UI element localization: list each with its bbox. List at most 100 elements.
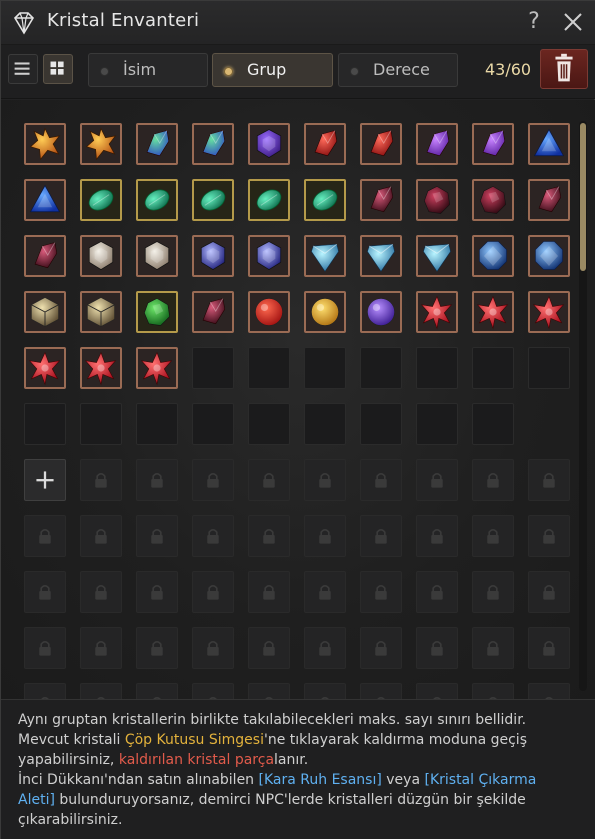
crystal-slot[interactable] xyxy=(192,179,234,221)
crystal-slot[interactable] xyxy=(24,291,66,333)
lock-icon xyxy=(95,640,107,656)
ice-diamond-crystal-icon xyxy=(423,243,451,272)
lock-icon xyxy=(487,584,499,600)
crystal-slot[interactable] xyxy=(304,179,346,221)
list-view-button[interactable] xyxy=(8,54,38,84)
locked-slot xyxy=(248,683,290,700)
empty-slot[interactable] xyxy=(192,403,234,445)
crystal-slot[interactable] xyxy=(24,179,66,221)
crystal-count: 43/60 xyxy=(485,60,532,79)
crystal-slot[interactable] xyxy=(360,291,402,333)
empty-slot[interactable] xyxy=(192,347,234,389)
crystal-slot[interactable] xyxy=(528,235,570,277)
locked-slot xyxy=(528,683,570,700)
sort-option-label: Derece xyxy=(373,60,430,79)
add-slot-button[interactable] xyxy=(24,459,66,501)
white-hexagon-crystal-icon xyxy=(88,241,114,270)
crystal-slot[interactable] xyxy=(304,123,346,165)
empty-slot[interactable] xyxy=(304,347,346,389)
empty-slot[interactable] xyxy=(472,403,514,445)
red-star-crystal-icon xyxy=(420,295,453,330)
grid-view-button[interactable] xyxy=(43,54,73,84)
empty-slot[interactable] xyxy=(416,403,458,445)
locked-slot xyxy=(472,683,514,700)
empty-slot[interactable] xyxy=(248,347,290,389)
crystal-slot[interactable] xyxy=(24,123,66,165)
info-line: Mevcut kristali Çöp Kutusu Simgesi'ne tı… xyxy=(18,732,527,748)
close-icon[interactable] xyxy=(559,8,587,36)
crystal-slot[interactable] xyxy=(136,123,178,165)
title-bar[interactable]: Kristal Envanteri ? xyxy=(1,1,595,45)
crystal-slot[interactable] xyxy=(472,235,514,277)
empty-slot[interactable] xyxy=(136,403,178,445)
crystal-slot[interactable] xyxy=(248,235,290,277)
crystal-slot[interactable] xyxy=(80,235,122,277)
empty-slot[interactable] xyxy=(24,403,66,445)
trash-button[interactable] xyxy=(540,49,588,89)
dark-ruby-shard-crystal-icon xyxy=(202,298,226,325)
dark-ruby-round-crystal-icon xyxy=(424,186,450,214)
crystal-slot[interactable] xyxy=(528,179,570,221)
crystal-slot[interactable] xyxy=(80,291,122,333)
crystal-slot[interactable] xyxy=(360,235,402,277)
crystal-slot[interactable] xyxy=(360,179,402,221)
lock-icon xyxy=(263,584,275,600)
crystal-slot[interactable] xyxy=(80,179,122,221)
crystal-slot[interactable] xyxy=(472,123,514,165)
amber-spiked-crystal-icon xyxy=(85,127,117,161)
crystal-slot[interactable] xyxy=(24,235,66,277)
empty-slot[interactable] xyxy=(416,347,458,389)
crystal-slot[interactable] xyxy=(528,291,570,333)
lock-icon xyxy=(207,528,219,544)
help-button[interactable]: ? xyxy=(522,7,546,37)
crystal-slot[interactable] xyxy=(416,235,458,277)
list-icon xyxy=(14,62,30,75)
info-line: yapabilirsiniz, kaldırılan kristal parça… xyxy=(18,752,309,768)
crystal-slot[interactable] xyxy=(360,123,402,165)
crystal-slot[interactable] xyxy=(248,123,290,165)
crystal-slot[interactable] xyxy=(416,291,458,333)
crystal-slot[interactable] xyxy=(192,123,234,165)
crystal-slot[interactable] xyxy=(24,347,66,389)
crystal-slot[interactable] xyxy=(416,179,458,221)
crystal-slot[interactable] xyxy=(304,291,346,333)
empty-slot[interactable] xyxy=(304,403,346,445)
lock-icon xyxy=(95,472,107,488)
crystal-slot[interactable] xyxy=(136,235,178,277)
empty-slot[interactable] xyxy=(80,403,122,445)
locked-slot xyxy=(472,515,514,557)
crystal-inventory-window: Kristal Envanteri ? İsim Grup Derece 43/… xyxy=(0,0,595,839)
empty-slot[interactable] xyxy=(360,347,402,389)
locked-slot xyxy=(360,459,402,501)
sort-by-group-option[interactable]: Grup xyxy=(212,53,333,87)
crystal-slot[interactable] xyxy=(136,347,178,389)
crystal-slot[interactable] xyxy=(248,179,290,221)
scrollbar-thumb[interactable] xyxy=(580,123,586,271)
empty-slot[interactable] xyxy=(472,347,514,389)
sort-by-grade-option[interactable]: Derece xyxy=(338,53,458,87)
empty-slot[interactable] xyxy=(528,347,570,389)
empty-slot[interactable] xyxy=(248,403,290,445)
crystal-slot[interactable] xyxy=(80,123,122,165)
crystal-slot[interactable] xyxy=(192,291,234,333)
lock-icon xyxy=(375,584,387,600)
locked-slot xyxy=(416,571,458,613)
empty-slot[interactable] xyxy=(360,403,402,445)
locked-slot xyxy=(136,571,178,613)
crystal-slot[interactable] xyxy=(528,123,570,165)
crystal-slot[interactable] xyxy=(192,235,234,277)
sort-by-name-option[interactable]: İsim xyxy=(88,53,208,87)
crystal-slot[interactable] xyxy=(248,291,290,333)
crystal-slot[interactable] xyxy=(304,235,346,277)
crystal-slot[interactable] xyxy=(136,291,178,333)
crystal-slot[interactable] xyxy=(80,347,122,389)
crystal-slot[interactable] xyxy=(136,179,178,221)
crystal-slot[interactable] xyxy=(416,123,458,165)
radio-indicator xyxy=(350,67,359,76)
locked-slot xyxy=(416,627,458,669)
red-star-crystal-icon xyxy=(28,351,61,386)
lock-icon xyxy=(263,528,275,544)
locked-slot xyxy=(416,515,458,557)
crystal-slot[interactable] xyxy=(472,179,514,221)
crystal-slot[interactable] xyxy=(472,291,514,333)
